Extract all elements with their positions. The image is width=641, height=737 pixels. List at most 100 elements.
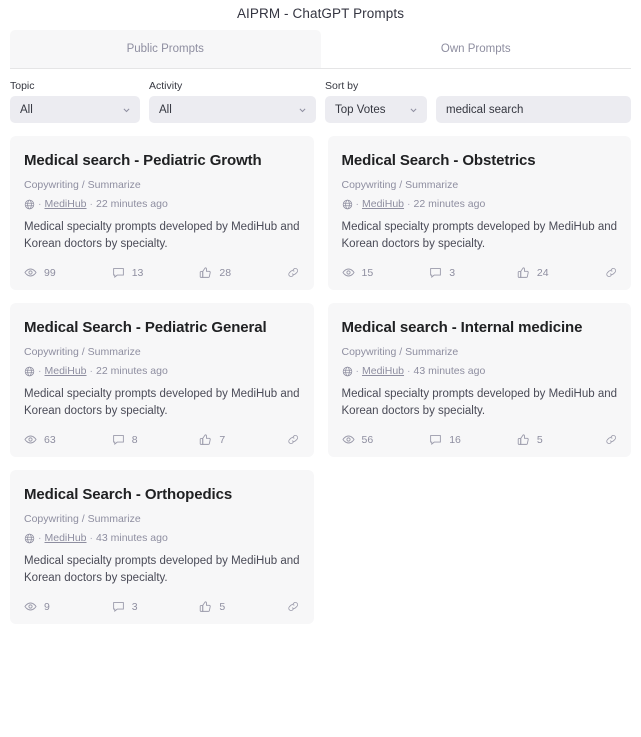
prompt-description: Medical specialty prompts developed by M…	[341, 388, 618, 417]
thumbs-up-icon	[199, 266, 212, 279]
prompt-category: Copywriting / Summarize	[341, 179, 459, 191]
meta-separator: ·	[89, 198, 94, 210]
views-count: 63	[44, 433, 56, 446]
filter-bar: Topic All Activity All Sort by Top Votes	[0, 69, 641, 123]
prompt-meta: · MediHub · 22 minutes ago	[24, 197, 300, 212]
prompt-card[interactable]: Medical search - Pediatric Growth Copywr…	[10, 136, 314, 290]
activity-select[interactable]: All	[149, 96, 316, 123]
topic-select[interactable]: All	[10, 96, 140, 123]
prompt-meta: · MediHub · 22 minutes ago	[342, 197, 618, 212]
globe-icon	[24, 366, 35, 377]
tab-own-prompts[interactable]: Own Prompts	[321, 30, 632, 68]
votes-count: 24	[536, 266, 549, 279]
eye-icon	[341, 266, 355, 279]
prompt-author-link[interactable]: MediHub	[45, 197, 87, 212]
prompt-card[interactable]: Medical Search - Pediatric General Copyw…	[10, 303, 314, 457]
sort-by-select[interactable]: Top Votes	[325, 96, 427, 123]
meta-separator: ·	[38, 532, 42, 544]
meta-separator: ·	[38, 365, 42, 377]
meta-separator: ·	[89, 532, 94, 544]
link-icon[interactable]	[287, 266, 299, 279]
prompt-title: Medical Search - Orthopedics	[24, 486, 233, 503]
prompt-card[interactable]: Medical Search - Obstetrics Copywriting …	[327, 136, 631, 290]
prompt-author-link[interactable]: MediHub	[362, 364, 404, 379]
thumbs-up-icon	[517, 433, 530, 446]
page-title: AIPRM - ChatGPT Prompts	[236, 6, 405, 21]
votes-count: 7	[219, 433, 226, 446]
views-stat: 56	[341, 433, 430, 446]
thumbs-up-icon	[517, 266, 530, 279]
topic-label: Topic	[10, 80, 35, 92]
votes-stat[interactable]: 28	[199, 266, 287, 279]
prompt-author-link[interactable]: MediHub	[45, 531, 87, 546]
prompt-stats: 56 16 5	[341, 433, 618, 446]
prompt-time: 43 minutes ago	[96, 532, 168, 544]
views-count: 15	[361, 266, 374, 279]
comments-stat: 8	[112, 433, 200, 446]
prompt-stats: 9 3 5	[24, 600, 300, 613]
votes-count: 28	[219, 266, 232, 279]
votes-stat[interactable]: 5	[199, 600, 287, 613]
globe-icon	[24, 533, 35, 544]
comment-icon	[112, 433, 125, 446]
prompt-author-link[interactable]: MediHub	[362, 197, 404, 212]
prompt-time: 22 minutes ago	[96, 365, 168, 377]
comments-stat: 3	[112, 600, 200, 613]
link-icon[interactable]	[287, 600, 299, 613]
globe-icon	[342, 199, 353, 210]
views-count: 9	[44, 600, 50, 613]
tab-bar: Public Prompts Own Prompts	[10, 30, 631, 69]
comment-icon	[112, 266, 125, 279]
sort-by-field: Sort by Top Votes	[325, 80, 427, 123]
comments-count: 13	[131, 266, 144, 279]
prompt-category: Copywriting / Summarize	[341, 346, 459, 358]
prompt-card[interactable]: Medical search - Internal medicine Copyw…	[327, 303, 631, 457]
meta-separator: ·	[38, 198, 42, 210]
votes-count: 5	[219, 600, 226, 613]
prompt-author-link[interactable]: MediHub	[45, 364, 87, 379]
comments-count: 16	[449, 433, 461, 446]
activity-field: Activity All	[149, 80, 316, 123]
comment-icon	[112, 600, 125, 613]
votes-count: 5	[536, 433, 543, 446]
search-field	[436, 96, 631, 123]
search-input[interactable]	[436, 96, 631, 123]
meta-separator: ·	[355, 365, 360, 377]
prompt-card[interactable]: Medical Search - Orthopedics Copywriting…	[10, 470, 314, 624]
sort-by-value: Top Votes	[335, 103, 386, 116]
activity-label: Activity	[149, 80, 183, 92]
globe-icon	[342, 366, 353, 377]
prompt-time: 43 minutes ago	[413, 365, 486, 377]
thumbs-up-icon	[199, 600, 212, 613]
prompt-description: Medical specialty prompts developed by M…	[24, 388, 300, 417]
chevron-down-icon	[409, 105, 418, 114]
prompt-meta: · MediHub · 43 minutes ago	[342, 364, 618, 379]
votes-stat[interactable]: 7	[199, 433, 287, 446]
views-stat: 99	[24, 266, 112, 279]
eye-icon	[341, 433, 355, 446]
prompt-description: Medical specialty prompts developed by M…	[24, 221, 300, 250]
votes-stat[interactable]: 5	[517, 433, 605, 446]
prompt-stats: 99 13 28	[24, 266, 300, 279]
comments-stat: 16	[429, 433, 517, 446]
views-stat: 9	[24, 600, 112, 613]
chevron-down-icon	[298, 105, 307, 114]
tab-public-prompts[interactable]: Public Prompts	[10, 30, 321, 68]
link-icon[interactable]	[605, 266, 617, 279]
prompt-meta: · MediHub · 43 minutes ago	[24, 531, 300, 546]
thumbs-up-icon	[199, 433, 212, 446]
prompt-time: 22 minutes ago	[96, 198, 168, 210]
prompt-category: Copywriting / Summarize	[24, 346, 141, 358]
sort-by-label: Sort by	[325, 80, 359, 92]
views-stat: 15	[341, 266, 430, 279]
prompt-category: Copywriting / Summarize	[24, 179, 141, 191]
prompt-stats: 63 8 7	[24, 433, 300, 446]
eye-icon	[24, 600, 37, 613]
prompt-title: Medical Search - Pediatric General	[24, 319, 267, 336]
link-icon[interactable]	[287, 433, 299, 446]
comments-stat: 13	[112, 266, 200, 279]
comments-stat: 3	[429, 266, 517, 279]
votes-stat[interactable]: 24	[517, 266, 605, 279]
link-icon[interactable]	[605, 433, 617, 446]
comment-icon	[429, 266, 442, 279]
